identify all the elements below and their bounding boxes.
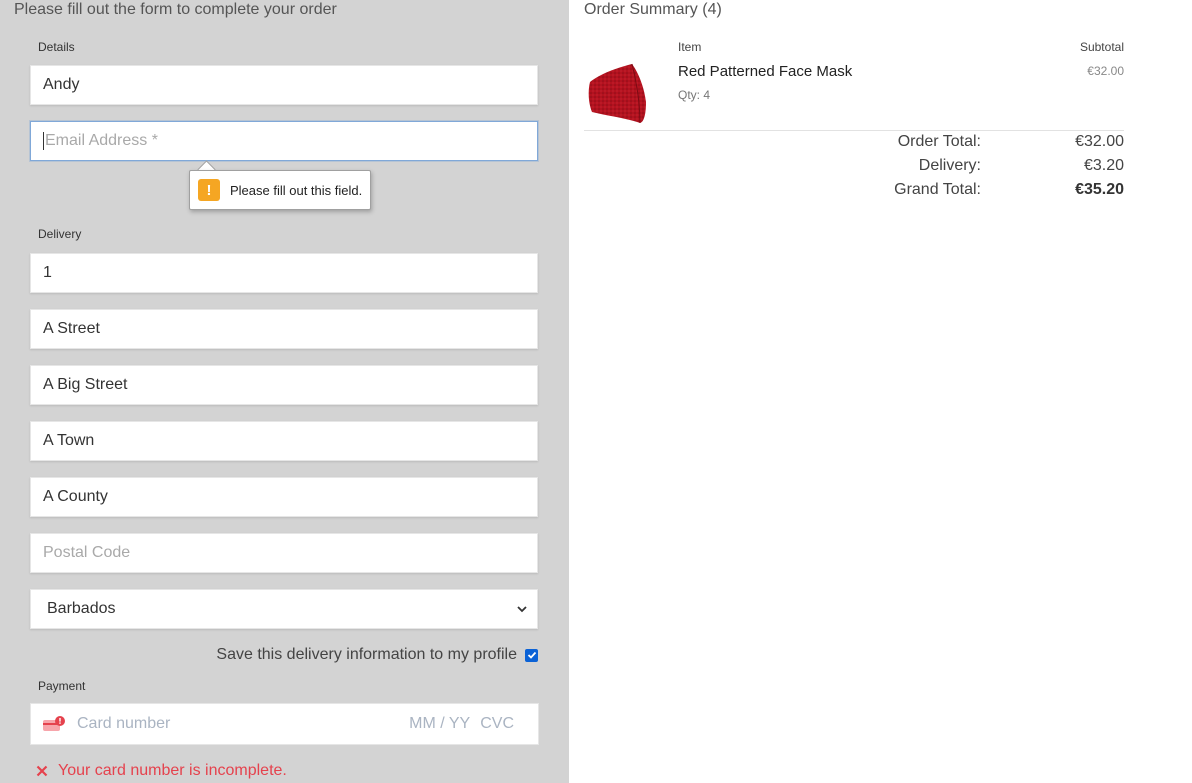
country-value: Barbados bbox=[47, 600, 116, 617]
card-element[interactable]: Card number MM / YY CVC bbox=[30, 703, 539, 745]
phone-value: 1 bbox=[43, 264, 52, 281]
delivery-label: Delivery bbox=[38, 227, 82, 241]
town-value: A Town bbox=[43, 432, 95, 449]
grand-total-label: Grand Total: bbox=[894, 181, 981, 198]
postcode-input[interactable]: Postal Code bbox=[30, 533, 538, 573]
details-label: Details bbox=[38, 40, 75, 54]
chevron-down-icon bbox=[517, 606, 527, 613]
payment-label: Payment bbox=[38, 679, 86, 693]
text-caret bbox=[43, 132, 44, 150]
checkout-form-panel: Please fill out the form to complete you… bbox=[0, 0, 569, 783]
product-image[interactable] bbox=[586, 60, 648, 124]
street-address1-input[interactable]: A Street bbox=[30, 309, 538, 349]
form-heading: Please fill out the form to complete you… bbox=[14, 1, 337, 18]
save-info-checkbox[interactable] bbox=[525, 648, 538, 662]
error-x-icon bbox=[36, 765, 48, 777]
order-summary-title: Order Summary (4) bbox=[584, 1, 722, 18]
street-address2-input[interactable]: A Big Street bbox=[30, 365, 538, 405]
order-total-value: €32.00 bbox=[1075, 133, 1124, 150]
product-subtotal: €32.00 bbox=[1087, 64, 1124, 78]
checkmark-icon bbox=[527, 651, 536, 659]
save-info-row: Save this delivery information to my pro… bbox=[216, 646, 538, 664]
card-error-message: Your card number is incomplete. bbox=[36, 762, 287, 780]
card-expiry-placeholder[interactable]: MM / YY bbox=[409, 715, 470, 733]
phone-input[interactable]: 1 bbox=[30, 253, 538, 293]
delivery-cost-label: Delivery: bbox=[918, 157, 981, 174]
product-quantity: Qty: 4 bbox=[678, 88, 711, 102]
summary-divider bbox=[584, 130, 1124, 131]
card-cvc-placeholder[interactable]: CVC bbox=[480, 715, 514, 733]
card-error-icon bbox=[43, 716, 65, 732]
card-number-placeholder: Card number bbox=[77, 715, 171, 732]
country-select[interactable]: Barbados bbox=[30, 589, 538, 629]
email-input[interactable]: Email Address * bbox=[30, 121, 538, 161]
grand-total-value: €35.20 bbox=[1075, 181, 1124, 198]
product-name: Red Patterned Face Mask bbox=[678, 63, 853, 80]
email-placeholder: Email Address * bbox=[45, 132, 158, 149]
order-total-label: Order Total: bbox=[897, 133, 981, 150]
full-name-value: Andy bbox=[43, 76, 80, 93]
validation-tooltip: ! Please fill out this field. bbox=[189, 170, 372, 210]
town-input[interactable]: A Town bbox=[30, 421, 538, 461]
warning-icon: ! bbox=[198, 179, 220, 201]
tooltip-text: Please fill out this field. bbox=[230, 182, 363, 198]
street-address1-value: A Street bbox=[43, 320, 100, 337]
item-column-header: Item bbox=[678, 40, 702, 54]
card-error-text: Your card number is incomplete. bbox=[58, 762, 287, 779]
subtotal-column-header: Subtotal bbox=[1079, 40, 1124, 54]
county-input[interactable]: A County bbox=[30, 477, 538, 517]
postcode-placeholder: Postal Code bbox=[43, 544, 131, 561]
full-name-input[interactable]: Andy bbox=[30, 65, 538, 105]
street-address2-value: A Big Street bbox=[43, 376, 128, 393]
county-value: A County bbox=[43, 488, 108, 505]
delivery-cost-value: €3.20 bbox=[1083, 157, 1124, 174]
save-info-label: Save this delivery information to my pro… bbox=[216, 646, 517, 663]
